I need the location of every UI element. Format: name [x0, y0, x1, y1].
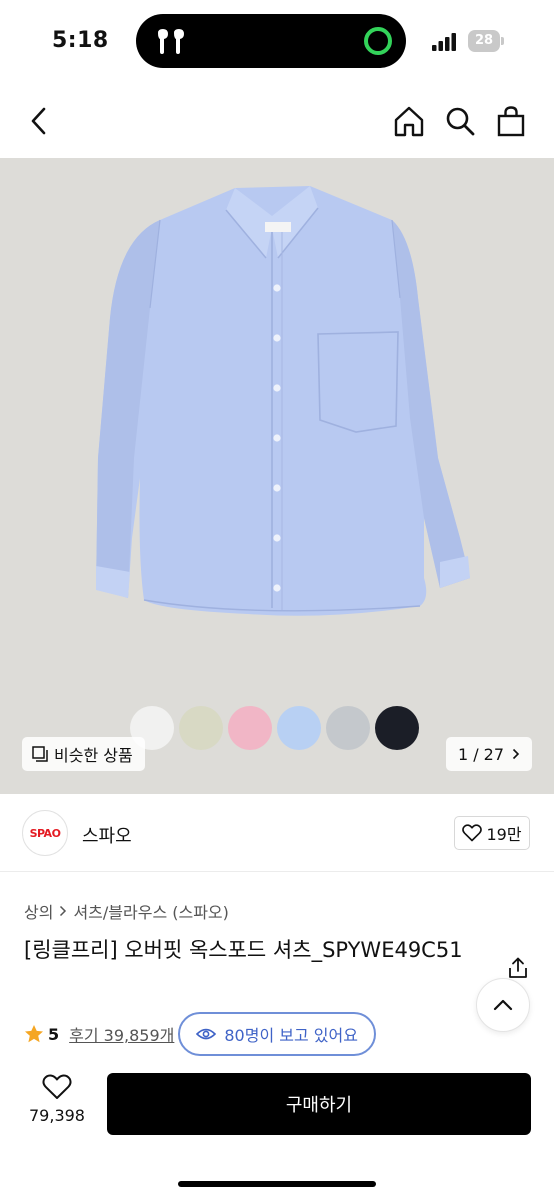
- home-indicator: [178, 1181, 376, 1187]
- brand-name[interactable]: 스파오: [82, 822, 132, 848]
- home-button[interactable]: [390, 102, 428, 140]
- airpods-icon: [158, 29, 184, 54]
- swatch-navy[interactable]: [375, 706, 419, 750]
- status-bar: 5:18 28: [0, 0, 554, 84]
- dynamic-island: [136, 14, 406, 68]
- viewers-badge: 80명이 보고 있어요: [178, 1012, 376, 1056]
- back-button[interactable]: [20, 102, 58, 140]
- swatch-sky-blue[interactable]: [277, 706, 321, 750]
- brand-like-button[interactable]: 19만: [454, 816, 530, 850]
- wishlist-button[interactable]: 79,398: [22, 1074, 92, 1136]
- product-image-gallery[interactable]: 비슷한 상품 1 / 27: [0, 158, 554, 794]
- top-nav: [0, 84, 554, 158]
- chevron-up-icon: [493, 999, 513, 1011]
- status-time: 5:18: [52, 28, 109, 53]
- search-icon: [446, 107, 475, 136]
- home-icon: [394, 106, 424, 137]
- brand-logo[interactable]: SPAO: [22, 810, 68, 856]
- cart-button[interactable]: [492, 102, 530, 140]
- review-count-link[interactable]: 후기 39,859개: [69, 1022, 174, 1046]
- similar-items-icon: [32, 746, 48, 762]
- brand-like-count: 19만: [486, 825, 522, 844]
- similar-products-button[interactable]: 비슷한 상품: [22, 737, 145, 771]
- chevron-right-icon: [60, 905, 67, 917]
- breadcrumb: 상의 셔츠/블라우스 (스파오): [24, 899, 229, 923]
- signal-icon: [432, 33, 456, 51]
- rating-row: 5 후기 39,859개 80명이 보고 있어요: [24, 1012, 376, 1056]
- battery-icon: 28: [468, 30, 504, 52]
- product-photo-shirt: [96, 186, 470, 616]
- breadcrumb-category[interactable]: 상의: [24, 899, 53, 923]
- product-title: [링클프리] 오버핏 옥스포드 셔츠_SPYWE49C51: [24, 938, 463, 962]
- scroll-top-button[interactable]: [476, 978, 530, 1032]
- brand-row: SPAO 스파오 19만: [0, 794, 554, 872]
- heart-icon: [462, 824, 483, 842]
- breadcrumb-subcategory[interactable]: 셔츠/블라우스 (스파오): [73, 899, 228, 923]
- swatch-beige[interactable]: [179, 706, 223, 750]
- similar-products-label: 비슷한 상품: [54, 746, 133, 765]
- brand-logo-text: SPAO: [29, 826, 61, 840]
- color-swatches: [130, 706, 419, 750]
- buy-button[interactable]: 구매하기: [107, 1073, 531, 1135]
- swatch-pink[interactable]: [228, 706, 272, 750]
- green-ring-indicator: [364, 27, 392, 55]
- search-button[interactable]: [441, 102, 479, 140]
- image-page-indicator[interactable]: 1 / 27: [446, 737, 532, 771]
- swatch-gray[interactable]: [326, 706, 370, 750]
- bottom-action-bar: 79,398 구매하기: [0, 1060, 554, 1200]
- chevron-right-icon: [512, 748, 520, 760]
- eye-icon: [196, 1028, 217, 1040]
- viewers-text: 80명이 보고 있어요: [224, 1026, 358, 1045]
- star-icon: [25, 1025, 43, 1043]
- heart-icon: [42, 1074, 72, 1099]
- battery-level: 28: [468, 30, 500, 52]
- bag-icon: [497, 106, 525, 137]
- share-icon[interactable]: [506, 956, 530, 980]
- wishlist-count: 79,398: [29, 1106, 85, 1125]
- page-count: 1 / 27: [457, 744, 505, 764]
- back-chevron-icon: [31, 107, 46, 135]
- rating-value: 5: [48, 1024, 60, 1044]
